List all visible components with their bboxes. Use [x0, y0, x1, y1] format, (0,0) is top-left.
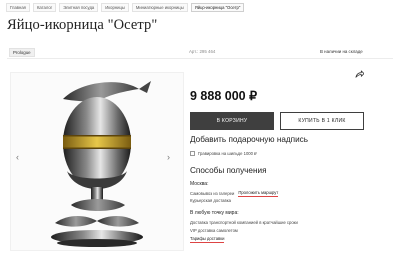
- breadcrumb-catalog[interactable]: Каталог: [32, 3, 57, 12]
- breadcrumb: Главная Каталог Элитная посуда Икорницы …: [6, 2, 245, 13]
- breadcrumb-current: Яйцо-икорница "Осетр": [190, 3, 245, 12]
- breadcrumb-home[interactable]: Главная: [6, 3, 30, 12]
- divider: [7, 58, 393, 59]
- buy-one-click-button[interactable]: КУПИТЬ В 1 КЛИК: [280, 112, 364, 130]
- gift-inscription-title: Добавить подарочную надпись: [190, 135, 309, 144]
- sku-label: Арт.: 295 464: [189, 49, 216, 54]
- breadcrumb-elite-tableware[interactable]: Элитная посуда: [59, 3, 99, 12]
- engraving-option[interactable]: Гравировка на шильде 1000 ₽: [190, 151, 257, 156]
- brand-badge[interactable]: Prologue: [9, 48, 35, 57]
- delivery-title: Способы получения: [190, 166, 267, 175]
- delivery-moscow-title: Москва:: [190, 181, 209, 187]
- delivery-world-title: В любую точку мира:: [190, 210, 239, 216]
- share-icon[interactable]: [355, 70, 364, 79]
- product-image: [51, 81, 151, 247]
- add-to-cart-button[interactable]: В КОРЗИНУ: [190, 112, 274, 130]
- route-link[interactable]: Проложить маршрут: [238, 190, 279, 197]
- engraving-label: Гравировка на шильде 1000 ₽: [198, 151, 257, 156]
- stock-status: В наличии на складе: [320, 49, 363, 54]
- page-title: Яйцо-икорница "Осетр": [7, 17, 158, 33]
- transport-delivery-text: Доставка транспортной компанией в кратча…: [190, 220, 298, 225]
- chevron-left-icon: ‹: [16, 152, 19, 162]
- breadcrumb-mini-caviar-dishes[interactable]: Миниатюрные икорницы: [131, 3, 188, 12]
- gallery-next-arrow[interactable]: ›: [167, 152, 170, 162]
- chevron-right-icon: ›: [167, 152, 170, 162]
- delivery-tariffs-link[interactable]: Тарифы доставки: [190, 236, 225, 243]
- courier-delivery-text: Курьерская доставка: [190, 198, 231, 203]
- product-gallery[interactable]: [10, 72, 184, 251]
- gallery-prev-arrow[interactable]: ‹: [16, 152, 19, 162]
- engraving-checkbox[interactable]: [190, 151, 195, 156]
- pickup-text: Самовывоз из галереи: [190, 190, 235, 196]
- pickup-row: Самовывоз из галереи Проложить маршрут: [190, 190, 279, 197]
- product-price: 9 888 000 ₽: [190, 89, 258, 103]
- breadcrumb-caviar-dishes[interactable]: Икорницы: [101, 3, 129, 12]
- vip-delivery-text: VIP доставка самолетом: [190, 228, 238, 233]
